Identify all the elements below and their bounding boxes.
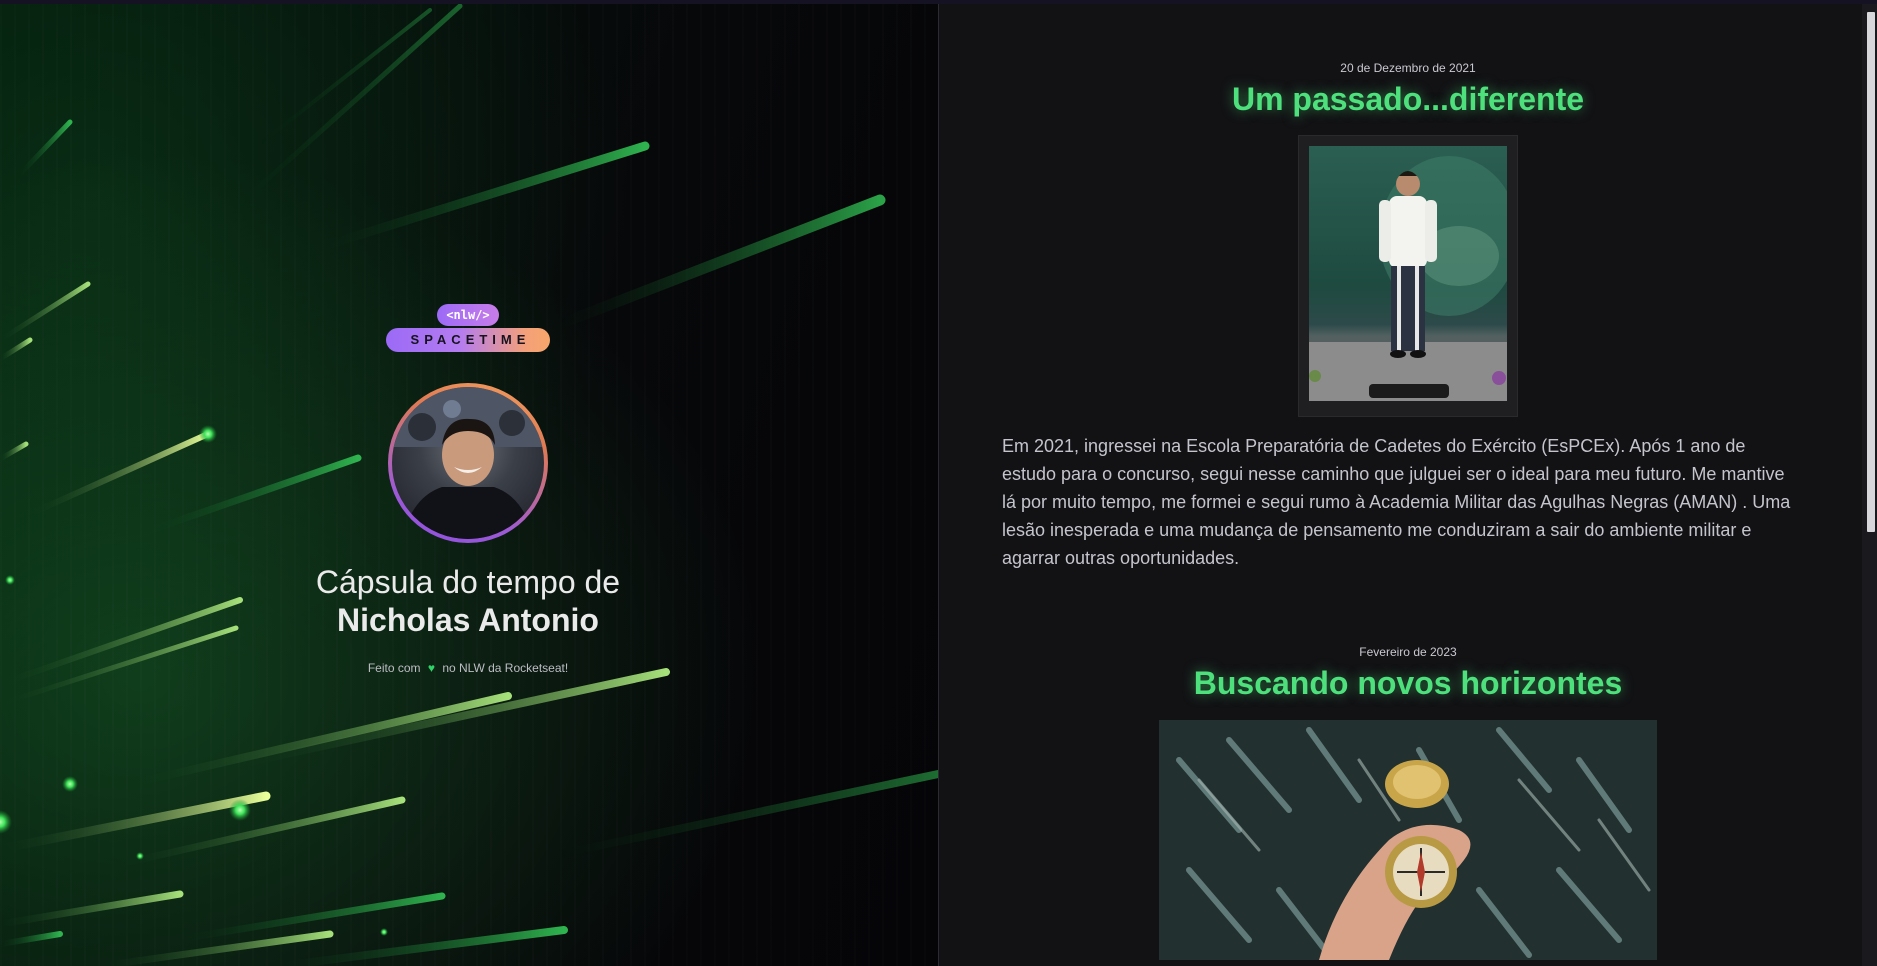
memory-card: 20 de Dezembro de 2021 Um passado...dife… — [939, 61, 1877, 572]
memory-photo — [1299, 136, 1517, 416]
logo-word: SPACETIME — [386, 328, 550, 352]
hero-content: <nlw/> SPACETIME Cápsula do tempo de Nic — [238, 304, 698, 675]
memories-feed[interactable]: 20 de Dezembro de 2021 Um passado...dife… — [939, 4, 1877, 966]
memory-photo-image — [1309, 156, 1507, 401]
nlw-spacetime-logo: <nlw/> SPACETIME — [386, 304, 550, 358]
credit-line: Feito com ♥ no NLW da Rocketseat! — [238, 661, 698, 675]
heart-icon: ♥ — [427, 661, 435, 675]
memory-date: 20 de Dezembro de 2021 — [1340, 61, 1476, 75]
memory-date: Fevereiro de 2023 — [1359, 645, 1457, 659]
memory-photo — [1159, 720, 1657, 960]
memory-text: Em 2021, ingressei na Escola Preparatóri… — [1002, 436, 1791, 568]
logo-tag: <nlw/> — [437, 304, 499, 326]
memory-title: Buscando novos horizontes — [1193, 665, 1623, 701]
hero-name: Nicholas Antonio — [337, 602, 599, 638]
credit-after: no NLW da Rocketseat! — [442, 661, 569, 675]
memory-card: Fevereiro de 2023 Buscando novos horizon… — [939, 645, 1877, 960]
scrollbar-thumb[interactable] — [1867, 12, 1875, 532]
avatar-ring — [388, 383, 548, 543]
memory-title: Um passado...diferente — [1231, 81, 1585, 117]
credit-before: Feito com — [367, 661, 421, 675]
avatar — [392, 387, 544, 539]
hero-title: Cápsula do tempo de Nicholas Antonio — [238, 563, 698, 639]
avatar-photo — [392, 387, 544, 539]
hero-title-prefix: Cápsula do tempo de — [315, 564, 621, 600]
memory-photo-image — [1159, 720, 1657, 960]
hero-panel: <nlw/> SPACETIME Cápsula do tempo de Nic — [0, 4, 939, 966]
